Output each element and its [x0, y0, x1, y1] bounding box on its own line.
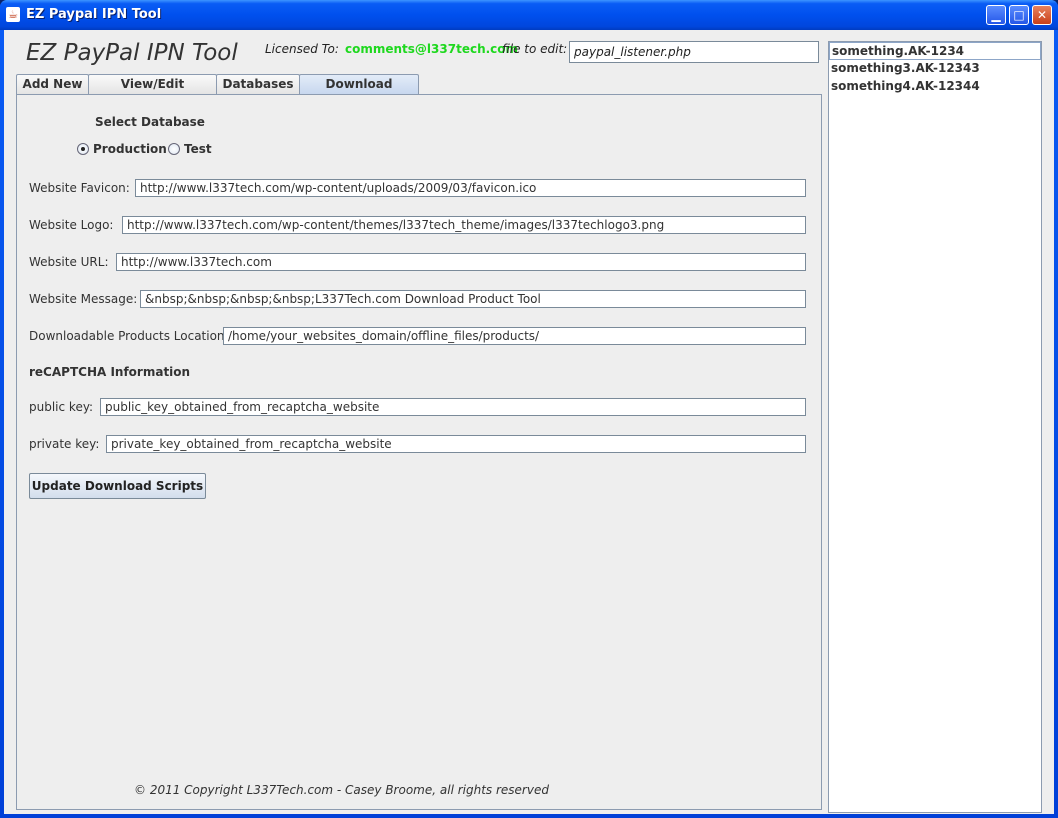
close-icon: ✕ — [1036, 8, 1048, 22]
products-location-input[interactable]: /home/your_websites_domain/offline_files… — [223, 327, 806, 345]
radio-production[interactable] — [77, 143, 89, 155]
licensed-to-label: Licensed To: — [265, 42, 339, 56]
file-to-edit-input[interactable]: paypal_listener.php — [569, 41, 819, 63]
minimize-button[interactable]: ▁ — [986, 5, 1006, 25]
message-input[interactable]: &nbsp;&nbsp;&nbsp;&nbsp;L337Tech.com Dow… — [140, 290, 806, 308]
logo-input[interactable]: http://www.l337tech.com/wp-content/theme… — [122, 216, 806, 234]
tab-view-edit-existing[interactable]: View/Edit Exsisting — [88, 74, 217, 109]
radio-production-label[interactable]: Production — [93, 142, 167, 156]
public-key-label: public key: — [29, 400, 94, 414]
tab-add-new[interactable]: Add New — [16, 74, 89, 94]
tab-download-scripts[interactable]: Download Scripts — [299, 74, 419, 109]
close-button[interactable]: ✕ — [1032, 5, 1052, 25]
radio-test-label[interactable]: Test — [184, 142, 212, 156]
private-key-input[interactable]: private_key_obtained_from_recaptcha_webs… — [106, 435, 806, 453]
maximize-icon: □ — [1013, 8, 1025, 22]
radio-test[interactable] — [168, 143, 180, 155]
logo-label: Website Logo: — [29, 218, 114, 232]
maximize-button[interactable]: □ — [1009, 5, 1029, 25]
java-coffee-icon: ☕ — [6, 7, 20, 22]
window-content: EZ PayPal IPN Tool Licensed To: comments… — [4, 30, 1054, 814]
public-key-input[interactable]: public_key_obtained_from_recaptcha_websi… — [100, 398, 806, 416]
app-heading: EZ PayPal IPN Tool — [26, 40, 238, 66]
file-to-edit-label: file to edit: — [502, 42, 568, 56]
favicon-label: Website Favicon: — [29, 181, 130, 195]
title-bar[interactable]: ☕ EZ Paypal IPN Tool ▁ □ ✕ — [0, 0, 1058, 30]
list-item[interactable]: something3.AK-12343 — [829, 60, 1041, 78]
listener-list[interactable]: something.AK-1234 something3.AK-12343 so… — [828, 41, 1042, 813]
products-location-label: Downloadable Products Location: — [29, 329, 229, 343]
download-scripts-panel: Select Database Production Test Website … — [16, 94, 822, 810]
select-database-title: Select Database — [95, 115, 205, 129]
tab-databases[interactable]: Databases — [216, 74, 300, 94]
app-window: ☕ EZ Paypal IPN Tool ▁ □ ✕ EZ PayPal IPN… — [0, 0, 1058, 818]
list-item[interactable]: something.AK-1234 — [829, 42, 1041, 60]
list-item[interactable]: something4.AK-12344 — [829, 78, 1041, 96]
minimize-icon: ▁ — [991, 8, 1001, 22]
licensed-email: comments@l337tech.com — [345, 42, 519, 56]
private-key-label: private key: — [29, 437, 100, 451]
update-download-scripts-button[interactable]: Update Download Scripts — [29, 473, 206, 499]
copyright-text: © 2011 Copyright L337Tech.com - Casey Br… — [134, 783, 549, 797]
message-label: Website Message: — [29, 292, 138, 306]
favicon-input[interactable]: http://www.l337tech.com/wp-content/uploa… — [135, 179, 806, 197]
url-input[interactable]: http://www.l337tech.com — [116, 253, 806, 271]
url-label: Website URL: — [29, 255, 109, 269]
window-title: EZ Paypal IPN Tool — [26, 7, 162, 22]
recaptcha-title: reCAPTCHA Information — [29, 365, 191, 379]
